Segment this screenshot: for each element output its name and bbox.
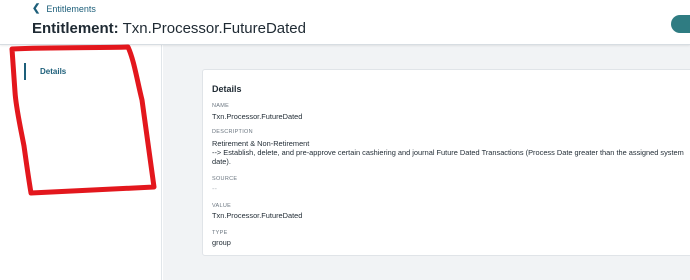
type-label: TYPE [212,230,228,236]
value-value: Txn.Processor.FutureDated [212,211,303,220]
sidebar-nav: Details [0,45,162,280]
back-link-label: Entitlements [46,4,96,14]
name-label: NAME [212,103,230,109]
page-title-prefix: Entitlement: [32,20,119,37]
chevron-left-icon: ❮ [32,3,41,14]
description-label: DESCRIPTION [212,129,253,135]
sidebar-item-label: Details [40,67,67,76]
name-value: Txn.Processor.FutureDated [212,112,303,121]
source-label: SOURCE [212,176,238,182]
page-title-name: Txn.Processor.FutureDated [122,20,306,37]
description-value-line1: Retirement & Non-Retirement [212,139,310,148]
source-value: -- [212,184,217,193]
back-link-entitlements[interactable]: ❮ Entitlements [32,3,96,15]
header-action-button[interactable] [671,15,690,33]
description-value-line2: --> Establish, delete, and pre-approve c… [212,148,684,166]
value-label: VALUE [212,203,232,209]
details-card: Details NAME Txn.Processor.FutureDated D… [202,69,690,256]
details-card-title: Details [212,84,242,94]
type-value: group [212,238,231,247]
page-header: ❮ Entitlements Entitlement: Txn.Processo… [0,0,690,45]
page-title: Entitlement: Txn.Processor.FutureDated [32,20,306,37]
sidebar-item-details[interactable]: Details [24,63,66,80]
